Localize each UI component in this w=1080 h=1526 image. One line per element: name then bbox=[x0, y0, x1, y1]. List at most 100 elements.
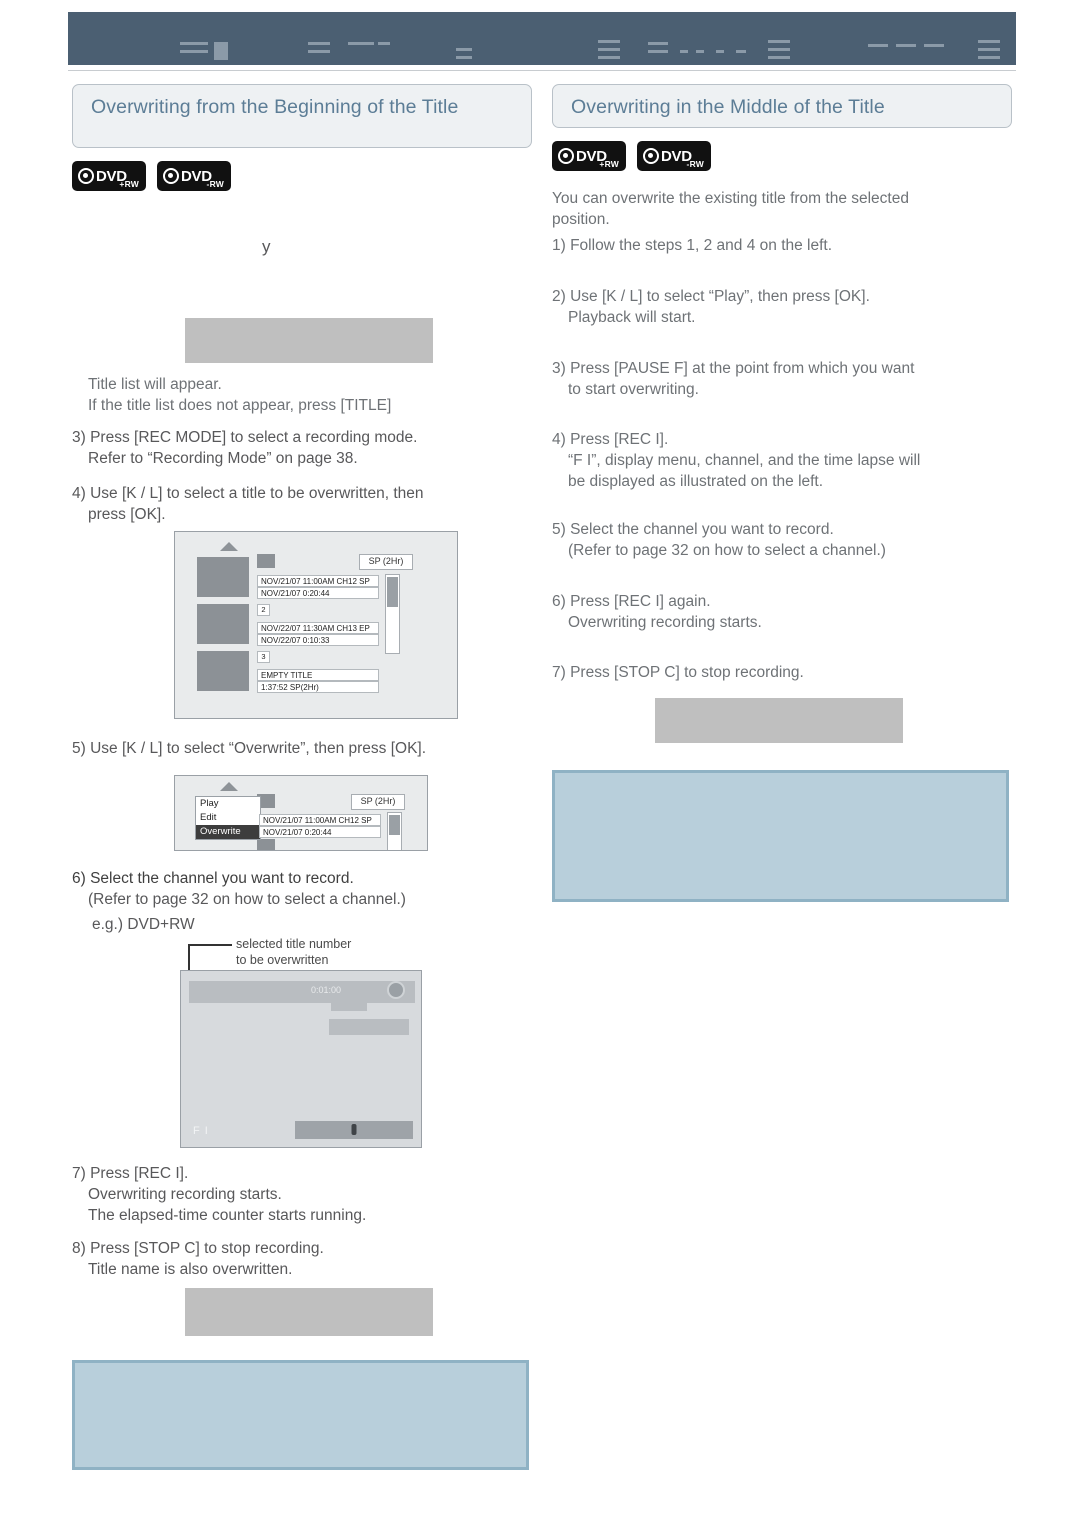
left-step-8-detail: Title name is also overwritten. bbox=[88, 1261, 293, 1278]
header-mark bbox=[348, 42, 374, 45]
header-mark bbox=[598, 56, 620, 59]
header-mark bbox=[978, 40, 1000, 43]
scrollbar-thumb[interactable] bbox=[389, 815, 400, 835]
dvd-minus-rw-logo: DVD -RW bbox=[637, 141, 711, 171]
right-step-7: 7) Press [STOP C] to stop recording. bbox=[552, 664, 804, 681]
left-step-4-detail: press [OK]. bbox=[88, 506, 166, 523]
left-step-3-detail: Refer to “Recording Mode” on page 38. bbox=[88, 450, 358, 467]
section-title-overwrite-middle: Overwriting in the Middle of the Title bbox=[552, 84, 1012, 128]
title-list-appear-text: Title list will appear. bbox=[88, 376, 222, 393]
stray-character: y bbox=[262, 237, 271, 256]
callout-leader-horizontal bbox=[188, 944, 232, 946]
note-box-right bbox=[552, 770, 1009, 902]
menu-item-play[interactable]: Play bbox=[196, 797, 260, 811]
header-mark bbox=[924, 44, 944, 47]
header-mark bbox=[456, 56, 472, 59]
right-step-4: 4) Press [REC I]. bbox=[552, 431, 669, 448]
context-menu[interactable]: Play Edit Overwrite bbox=[195, 796, 261, 840]
disc-icon bbox=[163, 168, 179, 184]
header-mark bbox=[648, 50, 668, 53]
title-row-2-line2: NOV/22/07 0:10:33 bbox=[257, 634, 379, 646]
title-row-3-line1: EMPTY TITLE bbox=[257, 669, 379, 681]
section-title-overwrite-beginning: Overwriting from the Beginning of the Ti… bbox=[72, 84, 532, 148]
dvd-minus-rw-logo: DVD -RW bbox=[157, 161, 231, 191]
dvd-logo-sub: +RW bbox=[599, 159, 619, 169]
dvd-logo-sub: -RW bbox=[206, 179, 224, 189]
right-step-2: 2) Use [K / L] to select “Play”, then pr… bbox=[552, 288, 870, 305]
right-step-1: 1) Follow the steps 1, 2 and 4 on the le… bbox=[552, 237, 833, 254]
header-mark bbox=[768, 48, 790, 51]
record-indicator-icon bbox=[387, 981, 405, 999]
header-mark bbox=[716, 50, 724, 53]
left-step-7: 7) Press [REC I]. bbox=[72, 1165, 189, 1182]
title-row-2-number: 2 bbox=[257, 604, 270, 616]
thumbnail-2 bbox=[197, 604, 249, 644]
left-step-5: 5) Use [K / L] to select “Overwrite”, th… bbox=[72, 740, 427, 757]
header-mark bbox=[768, 56, 790, 59]
front-display-label: F I bbox=[193, 1125, 209, 1137]
title-row-3-number: 3 bbox=[257, 651, 270, 663]
header-mark bbox=[868, 44, 888, 47]
menu-item-edit[interactable]: Edit bbox=[196, 811, 260, 825]
header-mark bbox=[308, 50, 330, 53]
right-step-3: 3) Press [PAUSE F] at the point from whi… bbox=[552, 360, 915, 377]
scrollbar[interactable] bbox=[385, 574, 400, 654]
right-step-5: 5) Select the channel you want to record… bbox=[552, 521, 834, 538]
title-row-1-line1: NOV/21/07 11:00AM CH12 SP bbox=[257, 575, 379, 587]
left-step-3: 3) Press [REC MODE] to select a recordin… bbox=[72, 429, 418, 446]
row-marker-1 bbox=[257, 554, 275, 568]
left-step-4: 4) Use [K / L] to select a title to be o… bbox=[72, 485, 424, 502]
left-disc-logos: DVD +RW DVD -RW bbox=[72, 161, 532, 191]
right-step-2-detail: Playback will start. bbox=[568, 309, 696, 326]
title-list-hint-text: If the title list does not appear, press… bbox=[88, 397, 392, 414]
scrollbar[interactable] bbox=[387, 812, 402, 850]
right-step-6: 6) Press [REC I] again. bbox=[552, 593, 711, 610]
left-step-6: 6) Select the channel you want to record… bbox=[72, 870, 354, 887]
example-label: e.g.) DVD+RW bbox=[92, 916, 195, 933]
header-mark bbox=[768, 40, 790, 43]
osd-sub-box bbox=[329, 1019, 409, 1035]
left-step-7-detail-1: Overwriting recording starts. bbox=[88, 1186, 282, 1203]
elapsed-time-counter: 0:01:00 bbox=[311, 985, 342, 995]
left-column: Overwriting from the Beginning of the Ti… bbox=[72, 84, 532, 191]
right-step-4-detail-1: “F I”, display menu, channel, and the ti… bbox=[568, 452, 921, 469]
dvd-plus-rw-logo: DVD +RW bbox=[72, 161, 146, 191]
right-step-4-detail-2: be displayed as illustrated on the left. bbox=[568, 473, 824, 490]
callout-text-line2: to be overwritten bbox=[236, 953, 329, 967]
menu-item-overwrite[interactable]: Overwrite bbox=[196, 825, 260, 839]
right-column: Overwriting in the Middle of the Title D… bbox=[552, 84, 1012, 171]
header-mark bbox=[736, 50, 746, 53]
page-header-bar bbox=[68, 12, 1016, 65]
placeholder-block-result-image bbox=[185, 1288, 433, 1336]
callout-text-line1: selected title number bbox=[236, 937, 352, 951]
menu-title-line2: NOV/21/07 0:20:44 bbox=[259, 826, 381, 838]
header-mark bbox=[180, 42, 208, 45]
header-mark bbox=[214, 42, 228, 60]
dvd-logo-sub: +RW bbox=[119, 179, 139, 189]
dvd-plus-rw-logo: DVD +RW bbox=[552, 141, 626, 171]
rec-mode-label: SP (2Hr) bbox=[351, 794, 405, 810]
right-disc-logos: DVD +RW DVD -RW bbox=[552, 141, 1012, 171]
header-mark bbox=[696, 50, 704, 53]
header-mark bbox=[180, 50, 208, 53]
scrollbar-thumb[interactable] bbox=[387, 577, 398, 607]
up-arrow-icon bbox=[220, 542, 238, 551]
placeholder-block-steps-1-2 bbox=[185, 318, 433, 363]
header-mark bbox=[308, 42, 330, 45]
overwrite-menu-screen: SP (2Hr) Play Edit Overwrite NOV/21/07 1… bbox=[174, 775, 428, 851]
placeholder-block-right-image bbox=[655, 698, 903, 743]
header-rule bbox=[68, 70, 1016, 71]
disc-icon bbox=[558, 148, 574, 164]
right-intro-line1: You can overwrite the existing title fro… bbox=[552, 190, 909, 207]
disc-icon bbox=[78, 168, 94, 184]
header-mark bbox=[378, 42, 390, 45]
rec-mode-label: SP (2Hr) bbox=[359, 554, 413, 570]
right-intro-line2: position. bbox=[552, 211, 610, 228]
dvd-logo-sub: -RW bbox=[686, 159, 704, 169]
disc-icon bbox=[643, 148, 659, 164]
thumbnail-1 bbox=[197, 557, 249, 597]
right-step-6-detail: Overwriting recording starts. bbox=[568, 614, 762, 631]
osd-bottom-marker-icon bbox=[351, 1124, 357, 1135]
recording-screen: 0:01:00 F I bbox=[180, 970, 422, 1148]
left-step-7-detail-2: The elapsed-time counter starts running. bbox=[88, 1207, 367, 1224]
